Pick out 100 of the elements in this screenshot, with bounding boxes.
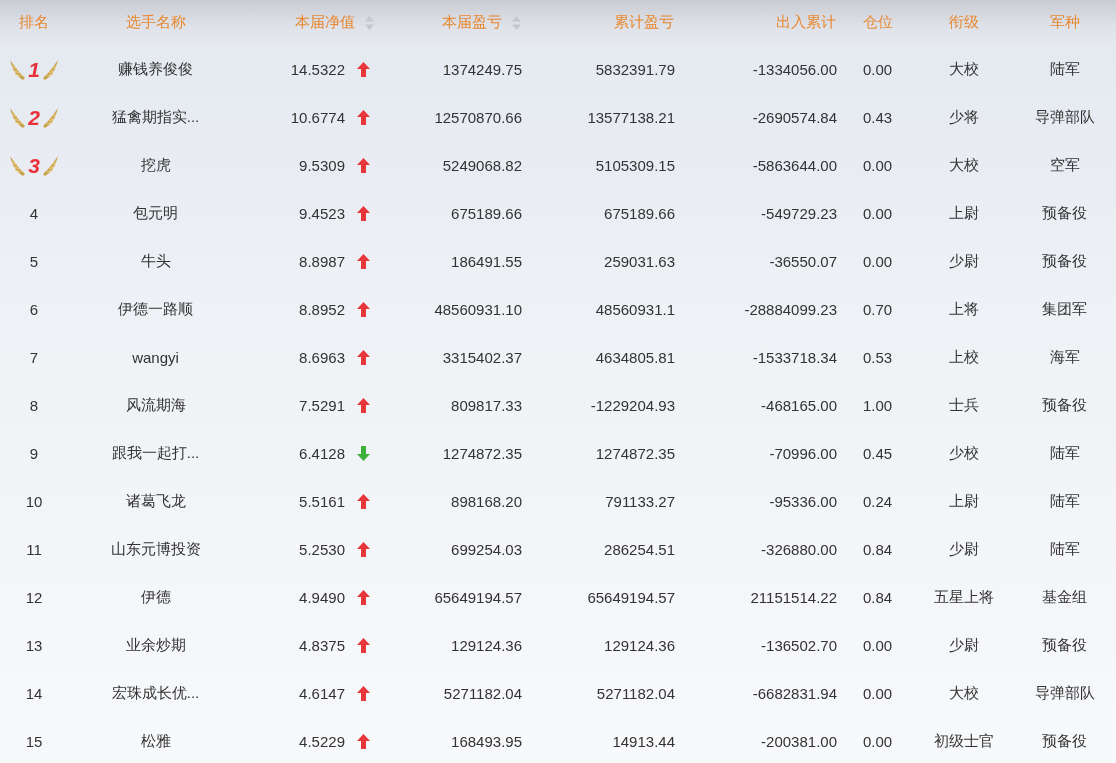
table-cell-text: 上将 [948,299,980,319]
table-cell-text: 8.8987 [298,252,346,270]
table-cell-text: 0.00 [861,60,894,78]
player-name: 宏珠成长优... [110,683,201,703]
table-cell-text: 1374249.75 [441,60,523,78]
table-cell-text: 4634805.81 [594,348,676,366]
table-cell-text: 大校 [948,683,980,703]
table-cell-text: 259031.63 [603,252,676,270]
table-cell-text: 791133.27 [604,492,676,510]
sort-icon[interactable] [512,15,521,30]
rank-number: 13 [24,636,44,654]
table-cell-text: 6.4128 [298,444,346,462]
table-cell-text: 基金组 [1041,587,1088,607]
table-cell-text: -28884099.23 [743,300,838,318]
table-cell-text: 7.5291 [298,396,346,414]
table-cell-text: 陆军 [1048,491,1081,511]
player-name: 猛禽期指实... [110,107,201,127]
table-cell-text: -70996.00 [768,444,838,462]
table-cell-text: 少校 [948,443,980,463]
table-cell-text: 21151514.22 [749,588,838,606]
table-cell-text: 集团军 [1041,299,1088,319]
rank-number: 10 [24,492,44,510]
table-cell-text: 4.5229 [298,732,346,750]
table-cell-text: 大校 [948,59,980,79]
rank-number: 4 [28,204,40,222]
table-cell-text: 10.6774 [289,108,346,126]
rank-number: 7 [28,348,40,366]
table-cell-text: 0.00 [861,636,894,654]
table-cell-text: 初级士官 [933,731,995,751]
player-name: wangyi [131,348,180,366]
table-cell-text: 上尉 [948,203,980,223]
table-cell-text: 1274872.35 [594,444,676,462]
table-cell-text: 65649194.57 [586,588,676,606]
table-cell-text: 9.5309 [298,156,346,174]
table-cell-text: 上尉 [948,491,980,511]
column-header[interactable]: 本届盈亏 [442,13,502,32]
player-name: 跟我一起打... [110,443,201,463]
table-cell-text: 预备役 [1041,203,1088,223]
table-cell-text: -326880.00 [760,540,838,558]
table-cell-text: 海军 [1048,347,1081,367]
player-name: 包元明 [132,203,179,223]
table-cell-text: 陆军 [1048,59,1081,79]
player-name: 牛头 [139,251,172,271]
table-cell-text: 1274872.35 [441,444,523,462]
table-cell-text: 0.45 [861,444,894,462]
table-cell-text: 导弹部队 [1033,107,1096,127]
table-cell-text: 陆军 [1048,539,1081,559]
table-cell-text: 14913.44 [611,732,676,750]
table-cell-text: 上校 [948,347,980,367]
table-cell-text: 陆军 [1048,443,1081,463]
table-cell-text: -5863644.00 [751,156,838,174]
table-cell-text: 预备役 [1041,395,1088,415]
table-cell-text: 0.84 [861,588,894,606]
table-cell-text: 0.53 [861,348,894,366]
table-cell-text: -36550.07 [768,252,838,270]
table-cell-text: 1.00 [861,396,894,414]
table-cell-text: -468165.00 [760,396,838,414]
rank-number: 1 [28,58,40,80]
table-cell-text: 0.00 [861,156,894,174]
table-cell-text: 286254.51 [603,540,676,558]
table-cell-text: 809817.33 [450,396,523,414]
column-header: 排名 [19,13,49,32]
table-cell-text: 空军 [1048,155,1081,175]
sort-icon[interactable] [365,15,374,30]
table-cell-text: 0.43 [861,108,894,126]
table-cell-text: 0.70 [861,300,894,318]
rank-number: 5 [28,252,40,270]
table-cell-text: 675189.66 [603,204,676,222]
player-name: 赚钱养俊俊 [117,59,194,79]
table-cell-text: 48560931.1 [594,300,676,318]
player-name: 业余炒期 [124,635,187,655]
table-cell-text: 5271182.04 [442,684,523,702]
table-cell-text: 少将 [948,107,980,127]
player-name: 山东元博投资 [109,539,202,559]
column-header[interactable]: 本届净值 [295,13,355,32]
table-cell-text: 4.6147 [298,684,346,702]
player-name: 伊德 [139,587,172,607]
player-name: 挖虎 [139,155,172,175]
table-cell-text: 预备役 [1041,731,1088,751]
table-cell-text: 14.5322 [289,60,346,78]
table-cell-text: 少尉 [948,635,980,655]
table-cell-text: 5105309.15 [594,156,676,174]
table-cell-text: 0.00 [861,252,894,270]
table-cell-text: 8.6963 [298,348,346,366]
table-cell-text: 48560931.10 [433,300,523,318]
table-cell-text: -136502.70 [760,636,838,654]
table-cell-text: -6682831.94 [751,684,838,702]
table-cell-text: 少尉 [948,251,980,271]
table-cell-text: 五星上将 [933,587,995,607]
rank-number: 14 [24,684,44,702]
table-cell-text: 5832391.79 [594,60,676,78]
table-cell-text: 5271182.04 [595,684,676,702]
table-cell-text: 8.8952 [298,300,346,318]
rank-number: 15 [24,732,44,750]
table-cell-text: 4.8375 [298,636,346,654]
table-cell-text: 186491.55 [450,252,523,270]
table-cell-text: 0.00 [861,204,894,222]
table-cell-text: 168493.95 [450,732,523,750]
rank-number: 9 [28,444,40,462]
table-cell-text: 4.9490 [298,588,346,606]
